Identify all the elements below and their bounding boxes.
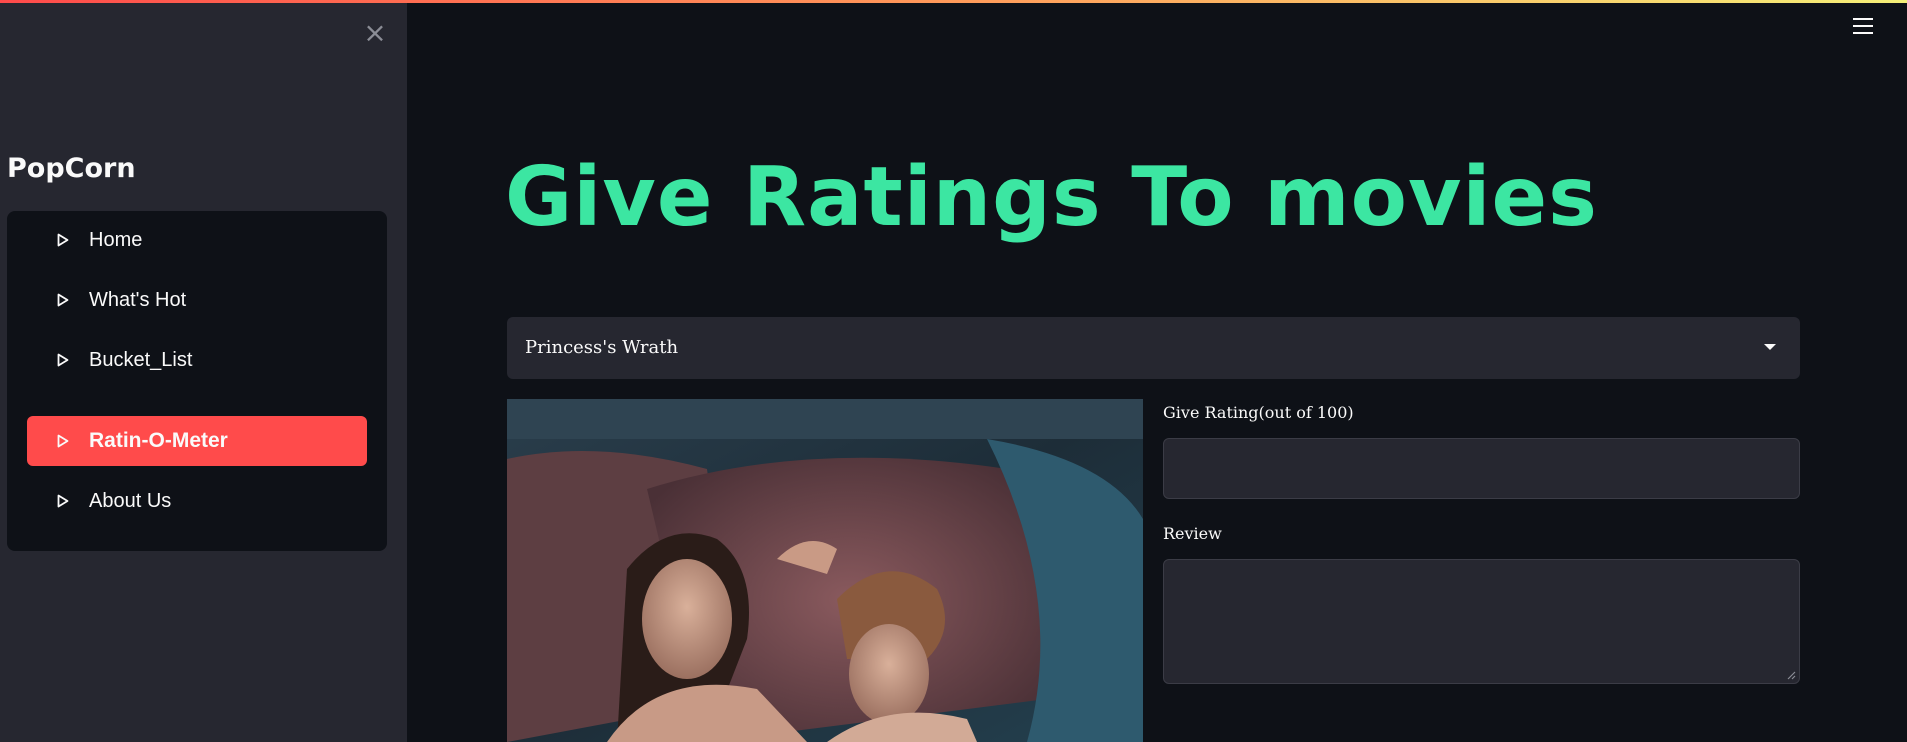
play-triangle-icon [57, 233, 69, 247]
sidebar: × PopCorn Home What's Hot Bucket_List Ra… [0, 0, 407, 742]
page-title: Give Ratings To movies [505, 150, 1598, 245]
sidebar-item-label: Ratin-O-Meter [89, 429, 228, 452]
sidebar-item-about-us[interactable]: About Us [27, 476, 367, 526]
movie-select[interactable]: Princess's Wrath [507, 317, 1800, 379]
sidebar-item-bucket-list[interactable]: Bucket_List [27, 335, 367, 385]
review-textarea[interactable] [1163, 559, 1800, 684]
close-icon[interactable]: × [362, 19, 388, 47]
sidebar-item-whats-hot[interactable]: What's Hot [27, 275, 367, 325]
resize-handle-icon[interactable] [1786, 670, 1796, 680]
sidebar-nav: Home What's Hot Bucket_List Ratin-O-Mete… [7, 211, 387, 551]
rating-label: Give Rating(out of 100) [1163, 403, 1354, 422]
sidebar-brand: PopCorn [7, 153, 136, 184]
play-triangle-icon [57, 434, 69, 448]
play-triangle-icon [57, 293, 69, 307]
hamburger-menu-icon[interactable] [1853, 18, 1879, 40]
movie-select-value: Princess's Wrath [525, 337, 679, 358]
movie-poster-image [507, 399, 1143, 742]
sidebar-item-label: Bucket_List [89, 348, 193, 371]
sidebar-item-label: About Us [89, 489, 172, 512]
sidebar-item-label: Home [89, 228, 143, 251]
sidebar-item-home[interactable]: Home [27, 215, 367, 265]
sidebar-item-ratin-o-meter[interactable]: Ratin-O-Meter [27, 416, 367, 466]
play-triangle-icon [57, 494, 69, 508]
sidebar-item-label: What's Hot [89, 288, 187, 311]
top-decoration-bar [0, 0, 1907, 3]
rating-input[interactable] [1163, 438, 1800, 499]
chevron-down-icon [1764, 344, 1776, 350]
review-label: Review [1163, 524, 1222, 543]
play-triangle-icon [57, 353, 69, 367]
